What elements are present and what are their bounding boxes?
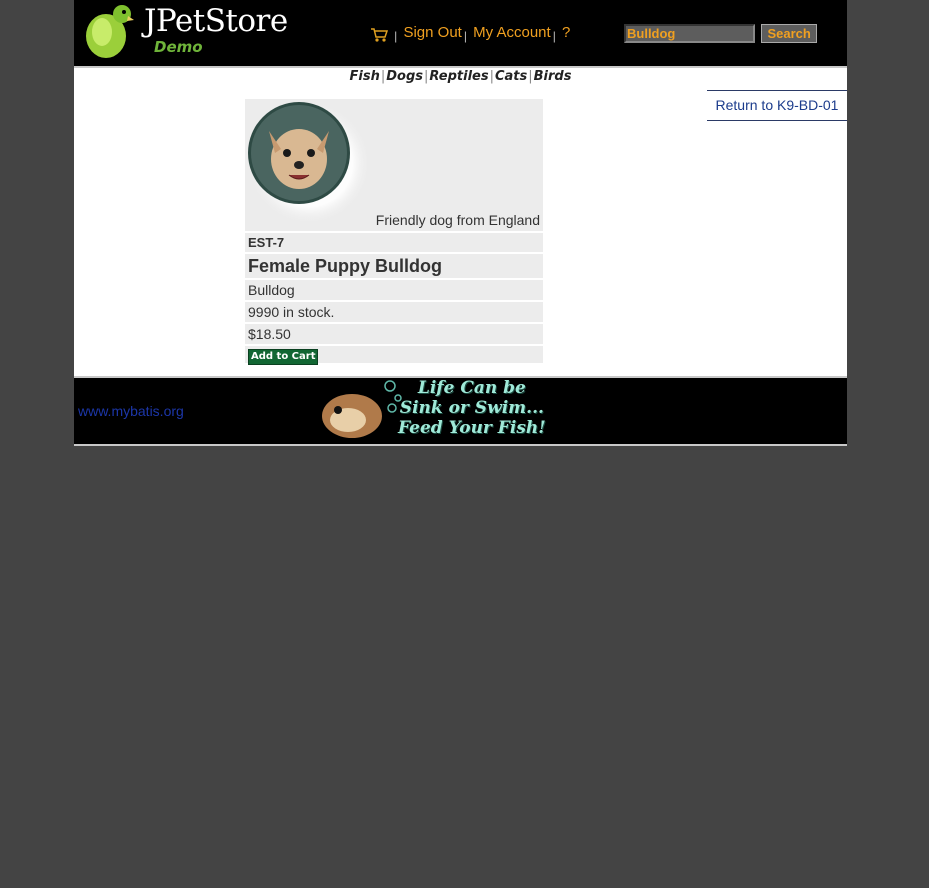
fish-banner-ad[interactable]: Life Can be Sink or Swim... Feed Your Fi…	[318, 376, 568, 442]
item-name: Female Puppy Bulldog	[245, 254, 543, 278]
item-detail-table: Friendly dog from England EST-7 Female P…	[245, 99, 543, 365]
menu-separator: |	[394, 29, 398, 43]
menu-separator: |	[463, 29, 467, 43]
hamster-fish-banner-icon	[322, 380, 402, 438]
item-image-caption: Friendly dog from England	[375, 212, 540, 228]
quicklink-separator: |	[528, 69, 533, 84]
banner-line: Sink or Swim...	[399, 398, 544, 418]
item-attribute: Bulldog	[245, 280, 543, 300]
dog-photo-image	[247, 101, 371, 225]
sign-out-link[interactable]: Sign Out	[403, 24, 461, 41]
add-to-cart-button[interactable]: Add to Cart	[248, 349, 319, 365]
menu-separator: |	[552, 29, 556, 43]
footer: www.mybatis.org Life Can be Sink or Swim…	[74, 376, 847, 446]
quicklink-fish[interactable]: Fish	[350, 69, 380, 84]
cart-icon	[371, 28, 388, 42]
quicklink-separator: |	[489, 69, 494, 84]
return-to-product-link[interactable]: Return to K9-BD-01	[716, 97, 839, 113]
quicklink-separator: |	[380, 69, 386, 84]
search-form: Search	[624, 24, 817, 43]
quicklink-separator: |	[424, 69, 429, 84]
cart-link[interactable]	[370, 24, 392, 42]
category-quicklinks: Fish|Dogs|Reptiles|Cats|Birds	[74, 69, 847, 84]
search-button[interactable]: Search	[761, 24, 817, 43]
item-price: $18.50	[245, 324, 543, 344]
quicklink-reptiles[interactable]: Reptiles	[429, 69, 488, 84]
quicklink-dogs[interactable]: Dogs	[386, 69, 423, 84]
my-account-link[interactable]: My Account	[473, 24, 551, 41]
search-input[interactable]	[624, 24, 755, 43]
main-content: Fish|Dogs|Reptiles|Cats|Birds Return to …	[74, 66, 847, 376]
brand-title: JPetStore	[144, 3, 288, 39]
banner-line: Feed Your Fish!	[398, 418, 546, 438]
header: JPetStore Demo | Sign Out | My Account | ?…	[74, 0, 847, 66]
help-link[interactable]: ?	[562, 24, 570, 41]
brand-subtitle: Demo	[154, 38, 203, 56]
parrot-logo-icon	[86, 5, 134, 58]
back-link-box: Return to K9-BD-01	[707, 90, 847, 121]
page-wrapper: JPetStore Demo | Sign Out | My Account | ?…	[74, 0, 847, 446]
quicklink-cats[interactable]: Cats	[495, 69, 527, 84]
item-image-cell: Friendly dog from England	[245, 99, 543, 231]
banner-line: Life Can be	[417, 378, 526, 398]
banner-text: Life Can be Sink or Swim... Feed Your Fi…	[398, 378, 546, 438]
item-id: EST-7	[245, 233, 543, 252]
header-menu: | Sign Out | My Account | ?	[370, 23, 570, 43]
quicklink-birds[interactable]: Birds	[534, 69, 572, 84]
mybatis-link[interactable]: www.mybatis.org	[78, 403, 184, 419]
add-to-cart-cell: Add to Cart	[245, 346, 543, 365]
logo[interactable]: JPetStore Demo	[82, 2, 302, 60]
item-stock: 9990 in stock.	[245, 302, 543, 322]
